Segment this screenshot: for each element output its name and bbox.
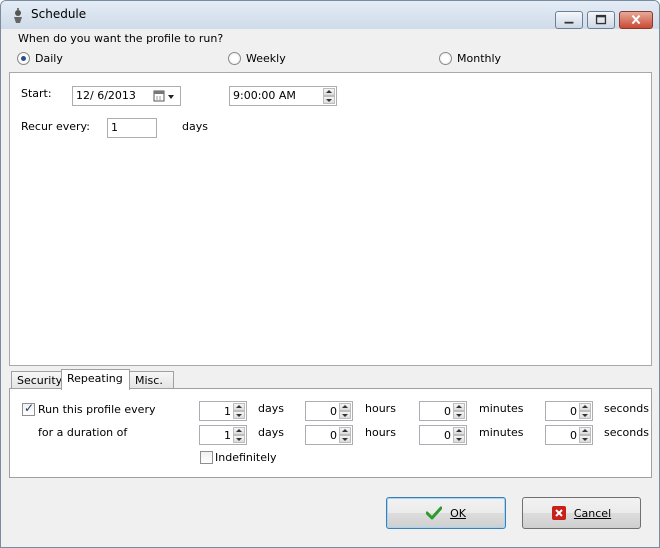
ok-button[interactable]: OK	[386, 497, 506, 529]
run-every-minutes-spinner[interactable]	[453, 403, 465, 419]
maximize-icon	[595, 14, 607, 25]
recur-every-value: 1	[111, 121, 118, 134]
duration-days-input[interactable]: 1	[199, 425, 247, 445]
spin-up-icon[interactable]	[453, 403, 465, 411]
spin-down-icon[interactable]	[339, 411, 351, 419]
cancel-button[interactable]: Cancel	[522, 497, 641, 529]
daily-settings-panel: Start: 12/ 6/2013 9:00:00 AM Recur every…	[9, 72, 652, 366]
run-every-days-input[interactable]: 1	[199, 401, 247, 421]
spin-up-icon[interactable]	[323, 88, 335, 96]
spin-down-icon[interactable]	[579, 411, 591, 419]
spin-up-icon[interactable]	[233, 427, 245, 435]
ok-button-label: OK	[450, 506, 466, 520]
run-every-hours-spinner[interactable]	[339, 403, 351, 419]
indefinitely-checkbox[interactable]	[200, 451, 213, 464]
radio-weekly-indicator[interactable]	[228, 51, 241, 65]
frequency-question: When do you want the profile to run?	[18, 32, 224, 45]
duration-hours-input[interactable]: 0	[305, 425, 353, 445]
close-button[interactable]	[619, 11, 653, 29]
tab-misc[interactable]: Misc.	[129, 371, 174, 389]
repeating-panel: Run this profile every for a duration of…	[9, 388, 652, 478]
days-unit-label: days	[258, 426, 284, 439]
run-every-days-value: 1	[224, 405, 231, 418]
hours-unit-label: hours	[365, 426, 396, 439]
maximize-button[interactable]	[587, 11, 615, 29]
minimize-button[interactable]	[555, 11, 583, 29]
recur-every-input[interactable]: 1	[107, 118, 157, 138]
minutes-unit-label: minutes	[479, 402, 524, 415]
days-unit-label: days	[258, 402, 284, 415]
spin-down-icon[interactable]	[579, 435, 591, 443]
start-time-spinner[interactable]	[323, 88, 335, 104]
close-icon	[631, 14, 641, 25]
spin-down-icon[interactable]	[453, 411, 465, 419]
duration-days-value: 1	[224, 429, 231, 442]
seconds-unit-label: seconds	[604, 402, 649, 415]
radio-monthly-label: Monthly	[457, 51, 502, 65]
start-date-picker[interactable]: 12/ 6/2013	[72, 86, 181, 106]
spin-up-icon[interactable]	[339, 403, 351, 411]
run-every-hours-value: 0	[330, 405, 337, 418]
duration-minutes-value: 0	[444, 429, 451, 442]
start-date-value: 12/ 6/2013	[76, 89, 136, 102]
run-every-days-spinner[interactable]	[233, 403, 245, 419]
duration-label: for a duration of	[38, 426, 128, 439]
run-every-seconds-spinner[interactable]	[579, 403, 591, 419]
title-bar[interactable]: Schedule	[1, 1, 659, 29]
minutes-unit-label: minutes	[479, 426, 524, 439]
run-every-checkbox[interactable]	[22, 401, 35, 416]
duration-seconds-spinner[interactable]	[579, 427, 591, 443]
radio-weekly-label: Weekly	[246, 51, 286, 65]
spin-down-icon[interactable]	[233, 435, 245, 443]
calendar-dropdown-icon[interactable]	[153, 90, 177, 103]
duration-hours-spinner[interactable]	[339, 427, 351, 443]
duration-seconds-value: 0	[570, 429, 577, 442]
duration-minutes-input[interactable]: 0	[419, 425, 467, 445]
duration-seconds-input[interactable]: 0	[545, 425, 593, 445]
spin-up-icon[interactable]	[339, 427, 351, 435]
radio-daily[interactable]: Daily	[17, 50, 63, 66]
radio-monthly[interactable]: Monthly	[439, 50, 501, 66]
start-time-value: 9:00:00 AM	[233, 89, 296, 102]
run-every-seconds-input[interactable]: 0	[545, 401, 593, 421]
window-title: Schedule	[31, 7, 87, 21]
spin-down-icon[interactable]	[323, 96, 335, 104]
duration-minutes-spinner[interactable]	[453, 427, 465, 443]
hours-unit-label: hours	[365, 402, 396, 415]
spin-up-icon[interactable]	[453, 427, 465, 435]
tab-security[interactable]: Security	[11, 371, 62, 389]
duration-days-spinner[interactable]	[233, 427, 245, 443]
cancel-button-label: Cancel	[573, 506, 612, 520]
spin-up-icon[interactable]	[233, 403, 245, 411]
tab-repeating[interactable]: Repeating	[61, 369, 130, 390]
cancel-x-icon	[551, 506, 566, 520]
start-time-field[interactable]: 9:00:00 AM	[229, 86, 337, 106]
radio-weekly[interactable]: Weekly	[228, 50, 286, 66]
radio-monthly-indicator[interactable]	[439, 51, 452, 65]
spin-down-icon[interactable]	[233, 411, 245, 419]
duration-hours-value: 0	[330, 429, 337, 442]
spin-up-icon[interactable]	[579, 427, 591, 435]
spin-down-icon[interactable]	[339, 435, 351, 443]
minimize-icon	[564, 21, 574, 24]
spin-down-icon[interactable]	[453, 435, 465, 443]
recur-every-label: Recur every:	[21, 120, 90, 133]
schedule-dialog: Schedule When do you want the profile to…	[0, 0, 660, 548]
spin-up-icon[interactable]	[579, 403, 591, 411]
checkmark-icon	[426, 506, 443, 520]
start-label: Start:	[21, 87, 52, 100]
app-icon	[14, 8, 22, 23]
indefinitely-label: Indefinitely	[215, 451, 277, 464]
run-every-label: Run this profile every	[38, 403, 156, 416]
radio-daily-label: Daily	[35, 51, 63, 65]
run-every-minutes-value: 0	[444, 405, 451, 418]
seconds-unit-label: seconds	[604, 426, 649, 439]
radio-daily-indicator[interactable]	[17, 51, 30, 65]
run-every-minutes-input[interactable]: 0	[419, 401, 467, 421]
recur-unit-label: days	[182, 120, 208, 133]
run-every-hours-input[interactable]: 0	[305, 401, 353, 421]
run-every-seconds-value: 0	[570, 405, 577, 418]
